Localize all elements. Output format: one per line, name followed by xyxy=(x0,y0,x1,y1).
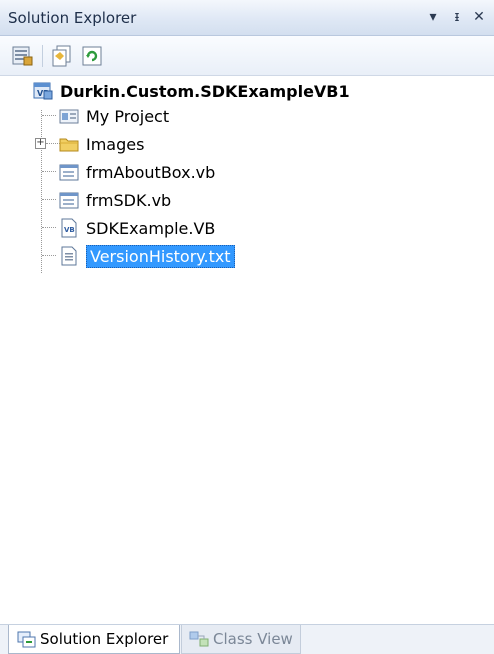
form-icon xyxy=(58,189,80,211)
solution-explorer-icon xyxy=(15,628,37,650)
tree-connector-line xyxy=(42,227,56,228)
tree-connector-line xyxy=(42,115,56,116)
panel-title: Solution Explorer xyxy=(8,9,137,27)
tree-item-label: Images xyxy=(86,134,145,154)
tree-connector-line xyxy=(41,110,42,273)
tree-item-frmaboutbox[interactable]: frmAboutBox.vb xyxy=(58,159,215,185)
folder-icon xyxy=(58,133,80,155)
project-root-label: Durkin.Custom.SDKExampleVB1 xyxy=(60,81,350,101)
vb-module-icon: VB xyxy=(58,217,80,239)
tab-class-view[interactable]: Class View xyxy=(181,625,301,654)
tree-item-sdkexample[interactable]: VB SDKExample.VB xyxy=(58,215,215,241)
form-icon xyxy=(58,161,80,183)
tree-item-frmsdk[interactable]: frmSDK.vb xyxy=(58,187,171,213)
show-all-files-icon xyxy=(52,45,71,67)
auto-hide-pin-icon[interactable]: ᵻ xyxy=(448,6,466,28)
window-position-dropdown-icon[interactable]: ▾ xyxy=(424,6,442,28)
vb-project-icon: VB xyxy=(32,80,54,102)
tree-item-label: frmSDK.vb xyxy=(86,190,172,210)
tab-solution-explorer[interactable]: Solution Explorer xyxy=(8,625,180,654)
text-file-icon xyxy=(58,245,80,267)
tree-item-label: frmAboutBox.vb xyxy=(86,162,216,182)
tree-item-label: My Project xyxy=(86,106,170,126)
tree-item-my-project[interactable]: My Project xyxy=(58,103,169,129)
refresh-button[interactable] xyxy=(80,44,104,68)
svg-text:VB: VB xyxy=(64,226,75,234)
properties-icon xyxy=(12,46,33,66)
tab-label: Solution Explorer xyxy=(40,630,169,648)
tree-item-label-selected: VersionHistory.txt xyxy=(86,244,235,268)
tree-connector-line xyxy=(42,255,56,256)
tree-connector-line xyxy=(42,199,56,200)
my-project-icon xyxy=(58,105,80,127)
toolbar xyxy=(0,36,494,76)
tree-connector-line xyxy=(42,171,56,172)
close-icon[interactable]: ✕ xyxy=(470,6,488,28)
project-root-node[interactable]: VB Durkin.Custom.SDKExampleVB1 xyxy=(32,78,350,104)
expand-images-toggle[interactable]: + xyxy=(35,138,46,149)
properties-button[interactable] xyxy=(10,44,34,68)
title-bar: Solution Explorer ▾ ᵻ ✕ xyxy=(0,0,494,36)
show-all-files-button[interactable] xyxy=(50,44,74,68)
class-view-icon xyxy=(188,628,210,650)
toolbar-separator xyxy=(42,45,43,67)
solution-tree: VB Durkin.Custom.SDKExampleVB1 My Projec… xyxy=(0,76,494,624)
tree-item-label: SDKExample.VB xyxy=(86,218,216,238)
panel-tab-strip: Solution Explorer Class View xyxy=(0,624,494,654)
tree-item-versionhistory[interactable]: VersionHistory.txt xyxy=(58,243,235,269)
refresh-icon xyxy=(82,46,102,66)
tab-label: Class View xyxy=(213,630,293,648)
tree-item-images-folder[interactable]: Images xyxy=(58,131,144,157)
